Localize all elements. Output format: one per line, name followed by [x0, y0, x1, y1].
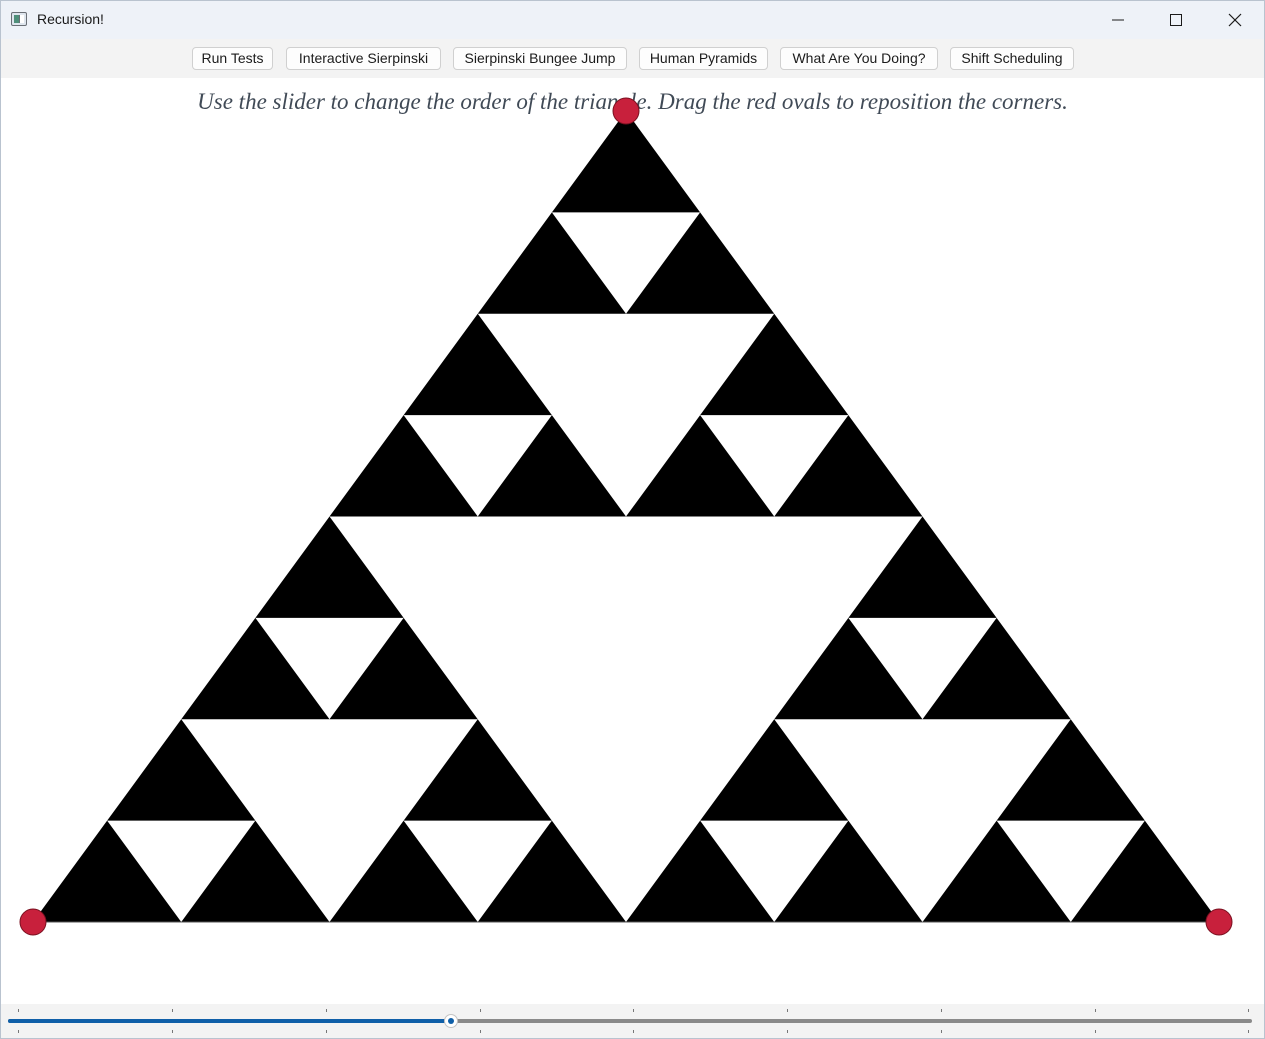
slider-tick-top-0 [18, 1009, 19, 1012]
sierpinski-subtriangle-0 [551, 111, 701, 213]
sierpinski-subtriangle-6 [700, 313, 849, 416]
slider-tick-bottom-8 [1248, 1030, 1249, 1033]
sierpinski-subtriangle-1 [477, 212, 626, 314]
sierpinski-subtriangle-10 [181, 617, 330, 720]
sierpinski-subtriangle-17 [477, 820, 626, 922]
slider-tick-top-6 [941, 1009, 942, 1012]
slider-tick-top-4 [633, 1009, 634, 1012]
toolbar: Run Tests Interactive Sierpinski Sierpin… [1, 39, 1264, 78]
order-slider[interactable] [1, 1004, 1264, 1038]
title-bar[interactable]: Recursion! [1, 1, 1264, 39]
sierpinski-subtriangle-2 [626, 212, 775, 314]
sierpinski-subtriangle-9 [255, 516, 404, 618]
sierpinski-subtriangle-4 [329, 415, 478, 517]
slider-fill [8, 1019, 451, 1023]
corner-handle-bottom-right[interactable] [1205, 908, 1233, 936]
corner-handle-bottom-left[interactable] [19, 908, 47, 936]
sierpinski-subtriangle-19 [774, 617, 923, 720]
sierpinski-subtriangle-23 [774, 820, 923, 922]
slider-tick-top-1 [172, 1009, 173, 1012]
slider-tick-bottom-2 [326, 1030, 327, 1033]
sierpinski-triangle [33, 111, 1219, 923]
sierpinski-subtriangle-3 [403, 313, 552, 416]
sierpinski-bungee-jump-button[interactable]: Sierpinski Bungee Jump [453, 47, 627, 70]
what-are-you-doing-button[interactable]: What Are You Doing? [780, 47, 938, 70]
app-window: Recursion! Run Tests Interactive Sierpin… [0, 0, 1265, 1039]
slider-tick-bottom-4 [633, 1030, 634, 1033]
sierpinski-subtriangle-22 [626, 820, 775, 922]
sierpinski-subtriangle-7 [626, 415, 775, 517]
corner-handle-top[interactable] [612, 97, 640, 125]
window-title: Recursion! [37, 11, 104, 27]
sierpinski-subtriangle-14 [181, 820, 330, 922]
sierpinski-subtriangle-8 [774, 415, 923, 517]
minimize-icon [1112, 19, 1124, 21]
sierpinski-subtriangle-12 [107, 719, 256, 821]
slider-tick-bottom-3 [480, 1030, 481, 1033]
slider-tick-bottom-7 [1095, 1030, 1096, 1033]
maximize-icon [1170, 14, 1182, 26]
interactive-sierpinski-button[interactable]: Interactive Sierpinski [286, 47, 441, 70]
sierpinski-canvas[interactable] [1, 1, 1264, 1038]
human-pyramids-button[interactable]: Human Pyramids [639, 47, 768, 70]
minimize-button[interactable] [1089, 1, 1147, 39]
slider-tick-bottom-1 [172, 1030, 173, 1033]
slider-tick-top-3 [480, 1009, 481, 1012]
slider-tick-bottom-0 [18, 1030, 19, 1033]
slider-tick-bottom-5 [787, 1030, 788, 1033]
run-tests-button[interactable]: Run Tests [192, 47, 273, 70]
sierpinski-subtriangle-25 [922, 820, 1071, 922]
close-button[interactable] [1206, 1, 1264, 39]
sierpinski-subtriangle-15 [403, 719, 552, 821]
slider-tick-bottom-6 [941, 1030, 942, 1033]
shift-scheduling-button[interactable]: Shift Scheduling [950, 47, 1074, 70]
close-icon [1228, 13, 1242, 27]
app-window-icon [11, 12, 27, 26]
sierpinski-subtriangle-24 [996, 719, 1145, 821]
sierpinski-subtriangle-11 [329, 617, 478, 720]
sierpinski-subtriangle-26 [1070, 820, 1219, 922]
sierpinski-subtriangle-16 [329, 820, 478, 922]
sierpinski-subtriangle-5 [477, 415, 626, 517]
slider-tick-top-5 [787, 1009, 788, 1012]
slider-tick-top-2 [326, 1009, 327, 1012]
sierpinski-subtriangle-18 [848, 516, 997, 618]
slider-thumb[interactable] [444, 1014, 458, 1028]
maximize-button[interactable] [1147, 1, 1205, 39]
sierpinski-subtriangle-21 [700, 719, 849, 821]
sierpinski-subtriangle-20 [922, 617, 1071, 720]
sierpinski-subtriangle-13 [33, 820, 182, 922]
corner-handles [19, 97, 1233, 936]
slider-tick-top-7 [1095, 1009, 1096, 1012]
slider-tick-top-8 [1248, 1009, 1249, 1012]
